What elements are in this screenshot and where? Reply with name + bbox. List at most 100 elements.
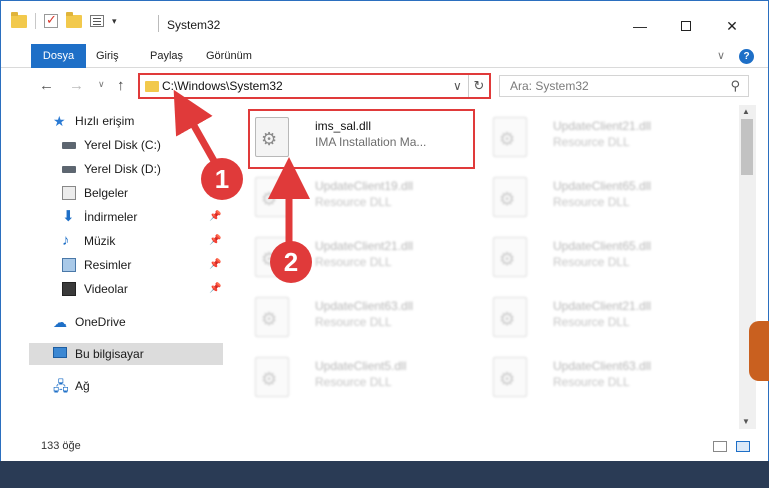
search-box[interactable]: Ara: System32 ⚲: [499, 75, 749, 97]
properties-check-icon[interactable]: [44, 12, 58, 28]
help-icon[interactable]: ?: [739, 49, 754, 64]
explorer-window: ▾ System32 — ✕ Dosya Giriş Paylaş Görünü…: [0, 0, 769, 461]
file-name: UpdateClient5.dll: [315, 359, 407, 373]
file-tile[interactable]: UpdateClient19.dll Resource DLL: [249, 171, 475, 227]
dll-file-icon: [493, 237, 527, 277]
sidebar-item-network[interactable]: 🖧 Ağ: [53, 375, 223, 397]
tab-share[interactable]: Paylaş: [150, 44, 183, 68]
sidebar-item-videos[interactable]: Videolar 📌: [62, 278, 223, 300]
sidebar-item-pictures[interactable]: Resimler 📌: [62, 254, 223, 276]
title-bar: ▾ System32 — ✕: [1, 1, 768, 39]
customize-icon[interactable]: [90, 15, 104, 27]
address-path[interactable]: C:\Windows\System32: [162, 79, 283, 93]
back-button[interactable]: ←: [39, 77, 54, 94]
computer-icon: [53, 347, 67, 358]
scroll-up-icon[interactable]: ▲: [742, 107, 750, 116]
sidebar-item-onedrive[interactable]: ☁ OneDrive: [53, 311, 223, 333]
recent-locations-button[interactable]: ∨: [98, 79, 105, 90]
status-bar: 133 öğe: [1, 433, 768, 461]
file-tile[interactable]: UpdateClient65.dll Resource DLL: [487, 171, 713, 227]
refresh-button[interactable]: ↻: [468, 75, 489, 97]
pin-icon[interactable]: 📌: [209, 254, 221, 276]
up-button[interactable]: ↑: [117, 77, 125, 94]
dll-file-icon: [493, 117, 527, 157]
sidebar-item-downloads[interactable]: ⬇ İndirmeler 📌: [62, 206, 223, 228]
sidebar-item-quick-access[interactable]: ★ Hızlı erişim: [53, 110, 223, 132]
new-folder-icon[interactable]: [66, 11, 82, 28]
file-tile[interactable]: UpdateClient65.dll Resource DLL: [487, 231, 713, 287]
folder-icon: [11, 11, 27, 28]
sidebar-item-label: Bu bilgisayar: [75, 347, 144, 361]
sidebar-item-label: Hızlı erişim: [75, 114, 135, 128]
disk-icon: [62, 166, 76, 173]
network-icon: 🖧: [53, 378, 69, 394]
file-name: UpdateClient21.dll: [315, 239, 414, 253]
file-description: Resource DLL: [315, 375, 392, 389]
file-name: UpdateClient21.dll: [553, 119, 652, 133]
download-icon: ⬇: [62, 208, 75, 225]
sidebar-item-music[interactable]: ♪ Müzik 📌: [62, 230, 223, 252]
sidebar-item-documents[interactable]: Belgeler 📌: [62, 182, 223, 204]
step-1-badge: 1: [201, 158, 243, 200]
dll-file-icon: [255, 297, 289, 337]
sidebar-item-label: İndirmeler: [84, 210, 138, 224]
file-tile[interactable]: UpdateClient63.dll Resource DLL: [487, 351, 713, 407]
minimize-button[interactable]: —: [617, 13, 663, 39]
qat-dropdown-icon[interactable]: ▾: [112, 16, 117, 27]
pin-icon[interactable]: 📌: [209, 206, 221, 228]
pictures-icon: [62, 258, 76, 272]
pin-icon[interactable]: 📌: [209, 278, 221, 300]
file-tile[interactable]: UpdateClient5.dll Resource DLL: [249, 351, 475, 407]
quick-access-toolbar: ▾: [11, 11, 117, 31]
maximize-button[interactable]: [663, 13, 709, 39]
sidebar-item-this-pc[interactable]: Bu bilgisayar: [29, 343, 223, 365]
dll-file-icon: [255, 177, 289, 217]
address-folder-icon: [145, 81, 159, 92]
scroll-thumb[interactable]: [741, 119, 753, 175]
file-tile[interactable]: UpdateClient63.dll Resource DLL: [249, 291, 475, 347]
file-name: UpdateClient65.dll: [553, 179, 652, 193]
music-icon: ♪: [62, 232, 70, 249]
tab-view[interactable]: Görünüm: [206, 44, 252, 68]
window-title: System32: [167, 18, 221, 32]
address-bar[interactable]: C:\Windows\System32 ∨ ↻: [138, 73, 491, 99]
video-icon: [62, 282, 76, 296]
dll-file-icon: [493, 177, 527, 217]
maximize-icon: [681, 21, 691, 31]
file-tile[interactable]: UpdateClient21.dll Resource DLL: [487, 111, 713, 167]
item-count: 133 öğe: [41, 440, 81, 452]
file-description: Resource DLL: [553, 255, 630, 269]
navigation-pane: ★ Hızlı erişim Yerel Disk (C:) Yerel Dis…: [1, 105, 225, 429]
tab-file[interactable]: Dosya: [31, 44, 86, 68]
file-name: UpdateClient21.dll: [553, 299, 652, 313]
star-icon: ★: [53, 113, 66, 129]
sidebar-item-disk-c[interactable]: Yerel Disk (C:): [62, 134, 223, 156]
file-description: Resource DLL: [553, 315, 630, 329]
file-description: Resource DLL: [315, 255, 392, 269]
file-name: UpdateClient63.dll: [315, 299, 414, 313]
desktop-background: [0, 321, 769, 488]
search-icon[interactable]: ⚲: [730, 78, 740, 94]
ribbon-expand-icon[interactable]: ∨: [717, 49, 725, 62]
details-view-icon[interactable]: [713, 441, 727, 452]
sidebar-item-label: Belgeler: [84, 186, 129, 200]
tab-home[interactable]: Giriş: [96, 44, 119, 68]
sidebar-item-disk-d[interactable]: Yerel Disk (D:): [62, 158, 223, 180]
vertical-scrollbar[interactable]: ▲ ▼: [739, 105, 756, 429]
search-placeholder[interactable]: Ara: System32: [510, 79, 589, 93]
large-icons-view-icon[interactable]: [736, 441, 751, 452]
pin-icon[interactable]: 📌: [209, 230, 221, 252]
ribbon-tabs: Dosya Giriş Paylaş Görünüm ∨ ?: [1, 44, 768, 68]
file-tile[interactable]: UpdateClient21.dll Resource DLL: [487, 291, 713, 347]
dll-file-icon: [255, 357, 289, 397]
scroll-down-icon[interactable]: ▼: [742, 417, 750, 426]
step-2-badge: 2: [270, 241, 312, 283]
address-dropdown-icon[interactable]: ∨: [453, 79, 462, 93]
close-button[interactable]: ✕: [709, 13, 755, 39]
file-description: Resource DLL: [553, 375, 630, 389]
file-description: Resource DLL: [315, 315, 392, 329]
file-description: Resource DLL: [553, 135, 630, 149]
file-name: UpdateClient19.dll: [315, 179, 414, 193]
forward-button[interactable]: →: [69, 77, 84, 94]
sidebar-item-label: Videolar: [84, 282, 128, 296]
